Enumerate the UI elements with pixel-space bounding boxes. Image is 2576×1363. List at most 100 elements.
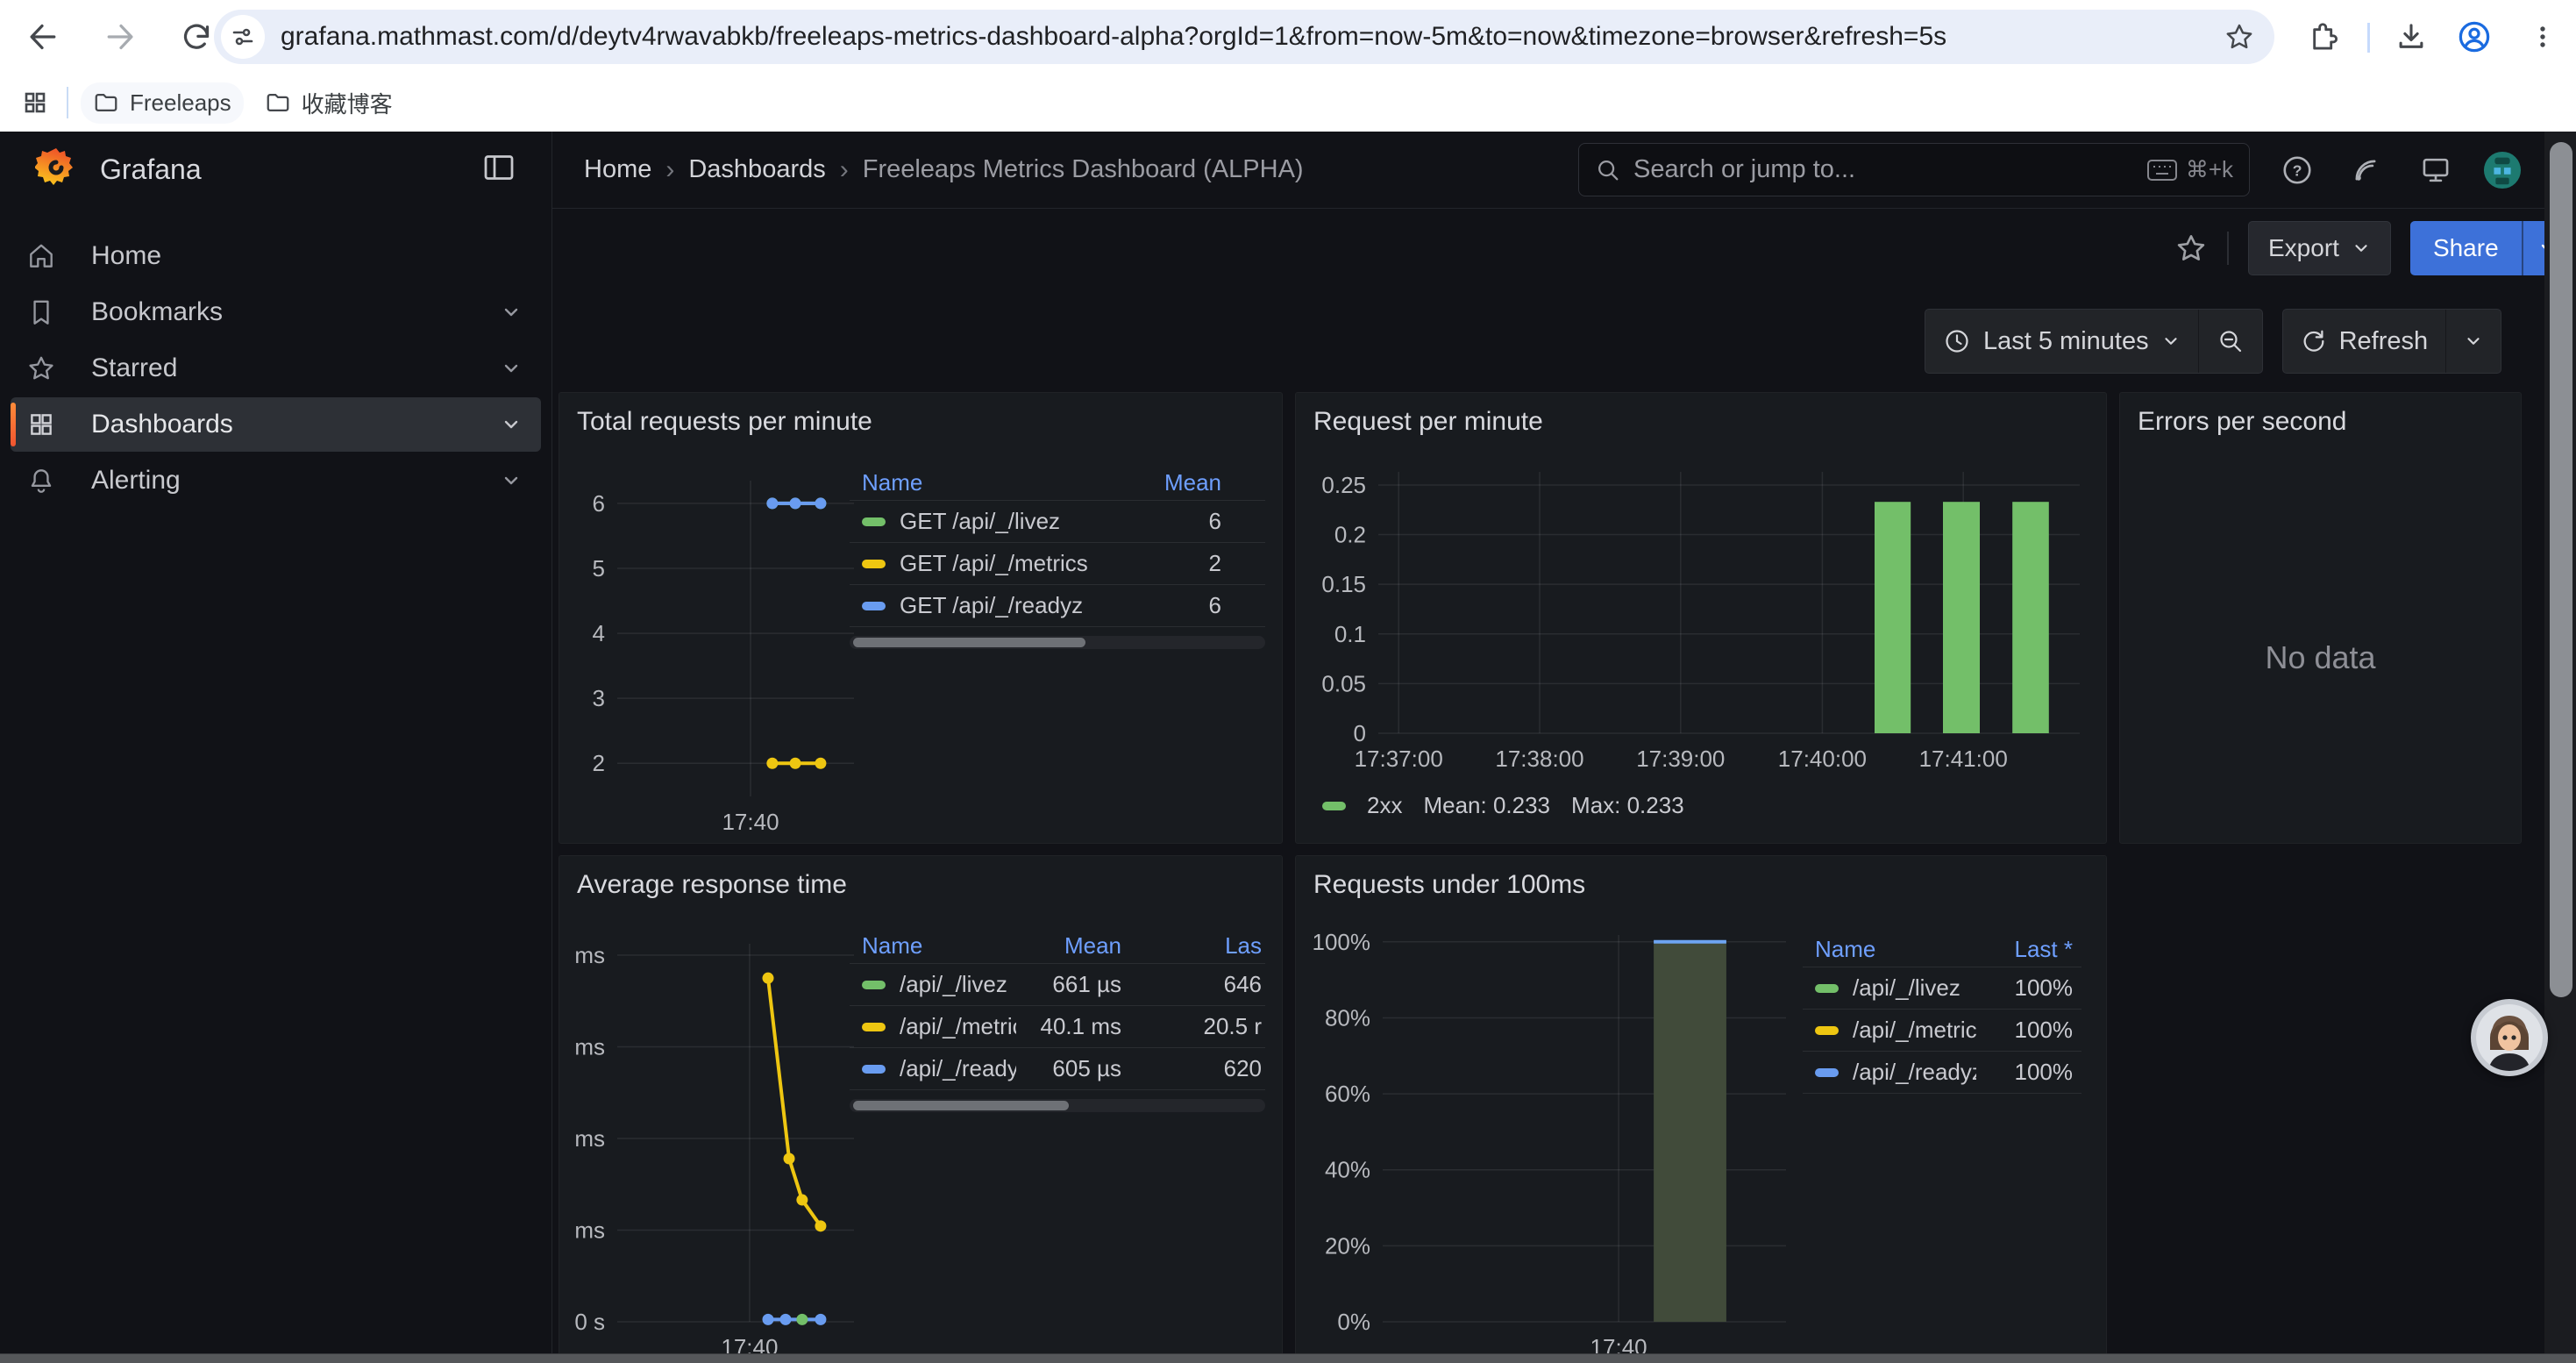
legend-row[interactable]: /api/_/livez 100% — [1803, 967, 2081, 1009]
sidebar-item-label: Dashboards — [91, 410, 501, 439]
breadcrumb-dashboards[interactable]: Dashboards — [688, 155, 825, 184]
refresh-group: Refresh — [2282, 309, 2502, 374]
series-name[interactable]: 2xx — [1367, 792, 1402, 819]
series-name[interactable]: /api/_/metrics — [1853, 1017, 1976, 1044]
legend-row[interactable]: GET /api/_/livez 6 — [850, 500, 1265, 542]
vertical-scrollbar-thumb[interactable] — [2550, 142, 2572, 997]
search-input[interactable]: Search or jump to... ⌘+k — [1578, 143, 2250, 196]
browser-forward-button[interactable] — [102, 18, 140, 56]
svg-text:80 ms: 80 ms — [572, 942, 605, 968]
help-button[interactable]: ? — [2278, 151, 2316, 189]
legend-col-name[interactable]: Name — [862, 469, 1125, 496]
chevron-down-icon[interactable] — [501, 414, 522, 435]
bookmark-label: 收藏博客 — [302, 87, 393, 119]
legend-col-last[interactable]: Last * — [1976, 936, 2073, 963]
panel-errors-per-second[interactable]: Errors per second No data — [2119, 392, 2522, 844]
legend-row[interactable]: /api/_/metrics 100% — [1803, 1009, 2081, 1051]
chevron-down-icon[interactable] — [501, 358, 522, 379]
legend-col-name[interactable]: Name — [862, 932, 1016, 960]
sidebar-item-bookmarks[interactable]: Bookmarks — [11, 285, 541, 339]
refresh-button[interactable]: Refresh — [2283, 310, 2446, 373]
user-avatar[interactable] — [2483, 151, 2522, 189]
bookmark-folder-blogs[interactable]: 收藏博客 — [253, 80, 405, 126]
browser-back-button[interactable] — [23, 18, 61, 56]
zoom-out-icon — [2217, 327, 2245, 355]
sidebar-item-label: Bookmarks — [91, 297, 501, 327]
legend-row[interactable]: /api/_/livez 661 µs 646 — [850, 963, 1265, 1005]
grafana-logo[interactable] — [35, 146, 77, 193]
breadcrumb-separator: › — [840, 155, 849, 185]
browser-toolbar: grafana.mathmast.com/d/deytv4rwavabkb/fr… — [0, 0, 2576, 74]
legend-scrollbar-thumb[interactable] — [853, 638, 1085, 647]
chevron-down-icon[interactable] — [501, 302, 522, 323]
sidebar-toggle-button[interactable] — [481, 150, 516, 189]
series-name[interactable]: GET /api/_/metrics — [900, 550, 1088, 577]
apps-grid-button[interactable] — [16, 83, 54, 122]
panel-toggle-icon — [481, 150, 516, 185]
star-icon — [2174, 232, 2208, 265]
legend-col-mean[interactable]: Mean — [1125, 469, 1221, 496]
sidebar-item-label: Home — [91, 241, 525, 271]
browser-profile-button[interactable] — [2455, 18, 2494, 56]
time-range-picker[interactable]: Last 5 minutes — [1925, 310, 2198, 373]
series-name[interactable]: /api/_/livez — [900, 971, 1007, 998]
sidebar-item-dashboards[interactable]: Dashboards — [11, 397, 541, 452]
sidebar-item-home[interactable]: Home — [11, 229, 541, 283]
legend-row[interactable]: /api/_/metrics 40.1 ms 20.5 r — [850, 1005, 1265, 1047]
series-mean: 6 — [1125, 592, 1221, 619]
series-last: 646 — [1121, 971, 1262, 998]
series-mean: 6 — [1125, 508, 1221, 535]
series-name[interactable]: /api/_/readyz — [900, 1055, 1016, 1082]
breadcrumb: Home › Dashboards › Freeleaps Metrics Da… — [584, 155, 1304, 185]
browser-downloads-button[interactable] — [2392, 18, 2430, 56]
legend-col-last[interactable]: Las — [1121, 932, 1262, 960]
browser-extensions-button[interactable] — [2302, 18, 2341, 56]
series-name[interactable]: /api/_/livez — [1853, 974, 1960, 1002]
browser-reload-button[interactable] — [177, 18, 216, 56]
series-name[interactable]: /api/_/metrics — [900, 1013, 1016, 1040]
legend-row[interactable]: GET /api/_/metrics 2 — [850, 542, 1265, 584]
dashboard-actions: Export Share — [2174, 221, 2572, 275]
series-name[interactable]: GET /api/_/livez — [900, 508, 1060, 535]
svg-text:0.25: 0.25 — [1321, 472, 1366, 498]
legend-scrollbar[interactable] — [850, 636, 1265, 649]
display-button[interactable] — [2416, 151, 2455, 189]
legend-row[interactable]: /api/_/readyz 100% — [1803, 1051, 2081, 1093]
legend-row[interactable]: /api/_/readyz 605 µs 620 — [850, 1047, 1265, 1089]
zoom-out-time-button[interactable] — [2199, 310, 2262, 373]
export-button[interactable]: Export — [2248, 221, 2391, 275]
panel-request-per-minute[interactable]: Request per minute 17:37:0017:38:0017:39… — [1295, 392, 2107, 844]
legend-row[interactable]: GET /api/_/readyz 6 — [850, 584, 1265, 626]
breadcrumb-home[interactable]: Home — [584, 155, 651, 184]
favorite-dashboard-button[interactable] — [2174, 232, 2208, 265]
browser-menu-button[interactable] — [2523, 18, 2562, 56]
chevron-down-icon[interactable] — [501, 470, 522, 491]
news-button[interactable] — [2346, 151, 2385, 189]
share-label: Share — [2433, 234, 2499, 262]
series-name[interactable]: /api/_/readyz — [1853, 1059, 1976, 1086]
legend-scrollbar-thumb[interactable] — [853, 1101, 1069, 1110]
sidebar-item-starred[interactable]: Starred — [11, 341, 541, 396]
breadcrumb-current: Freeleaps Metrics Dashboard (ALPHA) — [863, 155, 1304, 184]
legend-scrollbar[interactable] — [850, 1099, 1265, 1112]
legend-col-mean[interactable]: Mean — [1016, 932, 1121, 960]
panel-total-requests[interactable]: Total requests per minute 17:4065432 Nam… — [559, 392, 1283, 844]
refresh-interval-button[interactable] — [2446, 310, 2501, 373]
grafana-logo-icon — [35, 146, 77, 189]
address-bar[interactable]: grafana.mathmast.com/d/deytv4rwavabkb/fr… — [214, 10, 2274, 64]
panel-title: Average response time — [559, 856, 1282, 900]
horizontal-scrollbar[interactable] — [0, 1353, 2576, 1363]
assistant-avatar-widget[interactable] — [2471, 999, 2548, 1076]
site-settings-button[interactable] — [221, 15, 265, 59]
legend-col-name[interactable]: Name — [1815, 936, 1976, 963]
series-swatch — [1815, 1068, 1839, 1077]
sidebar-item-alerting[interactable]: Alerting — [11, 453, 541, 508]
svg-text:0.1: 0.1 — [1334, 621, 1366, 647]
panel-requests-under-100ms[interactable]: Requests under 100ms 17:40100%80%60%40%2… — [1295, 855, 2107, 1363]
panel-average-response-time[interactable]: Average response time 17:4080 ms60 ms40 … — [559, 855, 1283, 1363]
series-name[interactable]: GET /api/_/readyz — [900, 592, 1083, 619]
bookmark-folder-freeleaps[interactable]: Freeleaps — [81, 82, 244, 124]
url-text[interactable]: grafana.mathmast.com/d/deytv4rwavabkb/fr… — [281, 22, 2224, 52]
bookmark-star-button[interactable] — [2224, 21, 2255, 53]
share-button[interactable]: Share — [2410, 221, 2522, 275]
